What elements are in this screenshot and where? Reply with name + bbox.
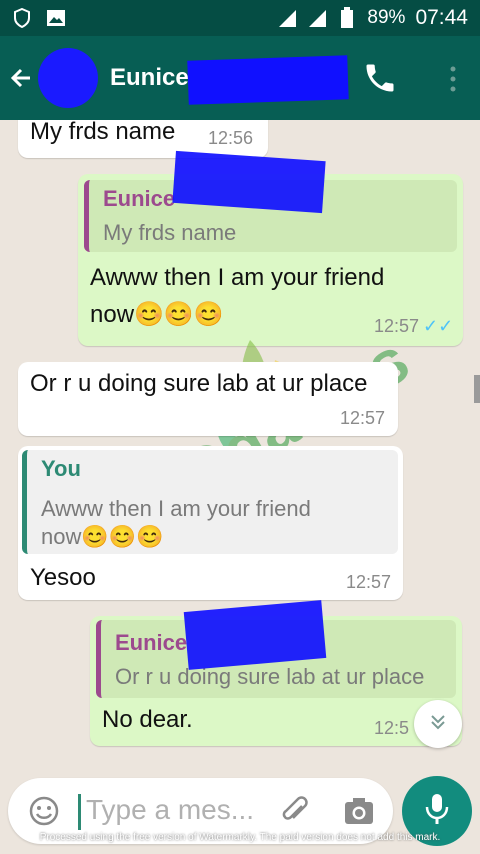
message-text: Or r u doing sure lab at ur place bbox=[30, 370, 368, 397]
quote-text: My frds name bbox=[103, 220, 237, 245]
redaction-mark bbox=[187, 55, 349, 105]
quote-text-line2: now😊😊😊 bbox=[41, 524, 164, 549]
contact-name[interactable]: Eunice bbox=[110, 64, 189, 92]
chat-area[interactable]: My frds name 12:56 Eunice My frds name A… bbox=[0, 120, 480, 772]
microphone-icon bbox=[424, 792, 450, 831]
quoted-message[interactable]: You Awww then I am your friend now😊😊😊 bbox=[22, 450, 398, 554]
double-chevron-down-icon bbox=[428, 712, 448, 737]
camera-icon[interactable] bbox=[342, 794, 376, 828]
phone-icon[interactable] bbox=[362, 60, 398, 96]
shield-icon bbox=[12, 8, 32, 28]
signal-icon-2 bbox=[307, 8, 327, 28]
message-text: Yesoo bbox=[30, 564, 96, 591]
double-check-icon: ✓✓ bbox=[423, 316, 454, 336]
smile-emoji-icon: 😊😊😊 bbox=[134, 301, 224, 328]
paperclip-icon[interactable] bbox=[278, 794, 312, 828]
message-meta: 12:57 ✓✓ bbox=[374, 316, 454, 336]
emoji-icon[interactable] bbox=[28, 795, 60, 827]
message-text-line2: now😊😊😊 bbox=[90, 301, 224, 328]
quote-author: Eunice bbox=[103, 186, 176, 211]
message-text: No dear. bbox=[102, 706, 193, 733]
image-icon bbox=[46, 8, 66, 28]
clock: 07:44 bbox=[415, 6, 468, 29]
avatar[interactable] bbox=[38, 48, 98, 108]
message-input[interactable]: Type a mes... bbox=[86, 794, 254, 826]
redaction-mark bbox=[172, 150, 326, 214]
quote-text: Awww then I am your friend bbox=[41, 496, 311, 521]
smile-emoji-icon: 😊😊😊 bbox=[81, 524, 164, 549]
message-time: 12:5 bbox=[374, 718, 410, 738]
message-bubble-incoming[interactable]: Or r u doing sure lab at ur place 12:57 bbox=[18, 362, 398, 436]
message-time: 12:57 bbox=[340, 408, 386, 428]
message-text: Awww then I am your friend bbox=[90, 264, 385, 291]
status-bar: 89% 07:44 bbox=[0, 0, 480, 36]
quote-text: Or r u doing sure lab at ur place bbox=[115, 664, 425, 689]
redaction-mark bbox=[183, 600, 327, 670]
scrollbar-thumb[interactable] bbox=[474, 375, 480, 403]
message-bubble-incoming[interactable]: My frds name 12:56 bbox=[18, 120, 268, 158]
message-text: My frds name bbox=[30, 120, 176, 145]
watermark-footnote: Processed using the free version of Wate… bbox=[39, 832, 441, 843]
battery-percent: 89% bbox=[367, 7, 406, 28]
signal-icon bbox=[277, 8, 297, 28]
text-cursor bbox=[78, 794, 81, 830]
scroll-down-button[interactable] bbox=[414, 700, 462, 748]
quote-author: You bbox=[41, 456, 81, 481]
battery-icon bbox=[337, 7, 357, 28]
message-time: 12:56 bbox=[208, 128, 254, 148]
message-time: 12:57 bbox=[346, 572, 392, 592]
more-vert-icon[interactable] bbox=[448, 64, 458, 94]
arrow-left-icon[interactable] bbox=[10, 67, 32, 89]
quote-author: Eunice bbox=[115, 630, 188, 655]
message-bubble-incoming[interactable]: You Awww then I am your friend now😊😊😊 Ye… bbox=[18, 446, 403, 600]
